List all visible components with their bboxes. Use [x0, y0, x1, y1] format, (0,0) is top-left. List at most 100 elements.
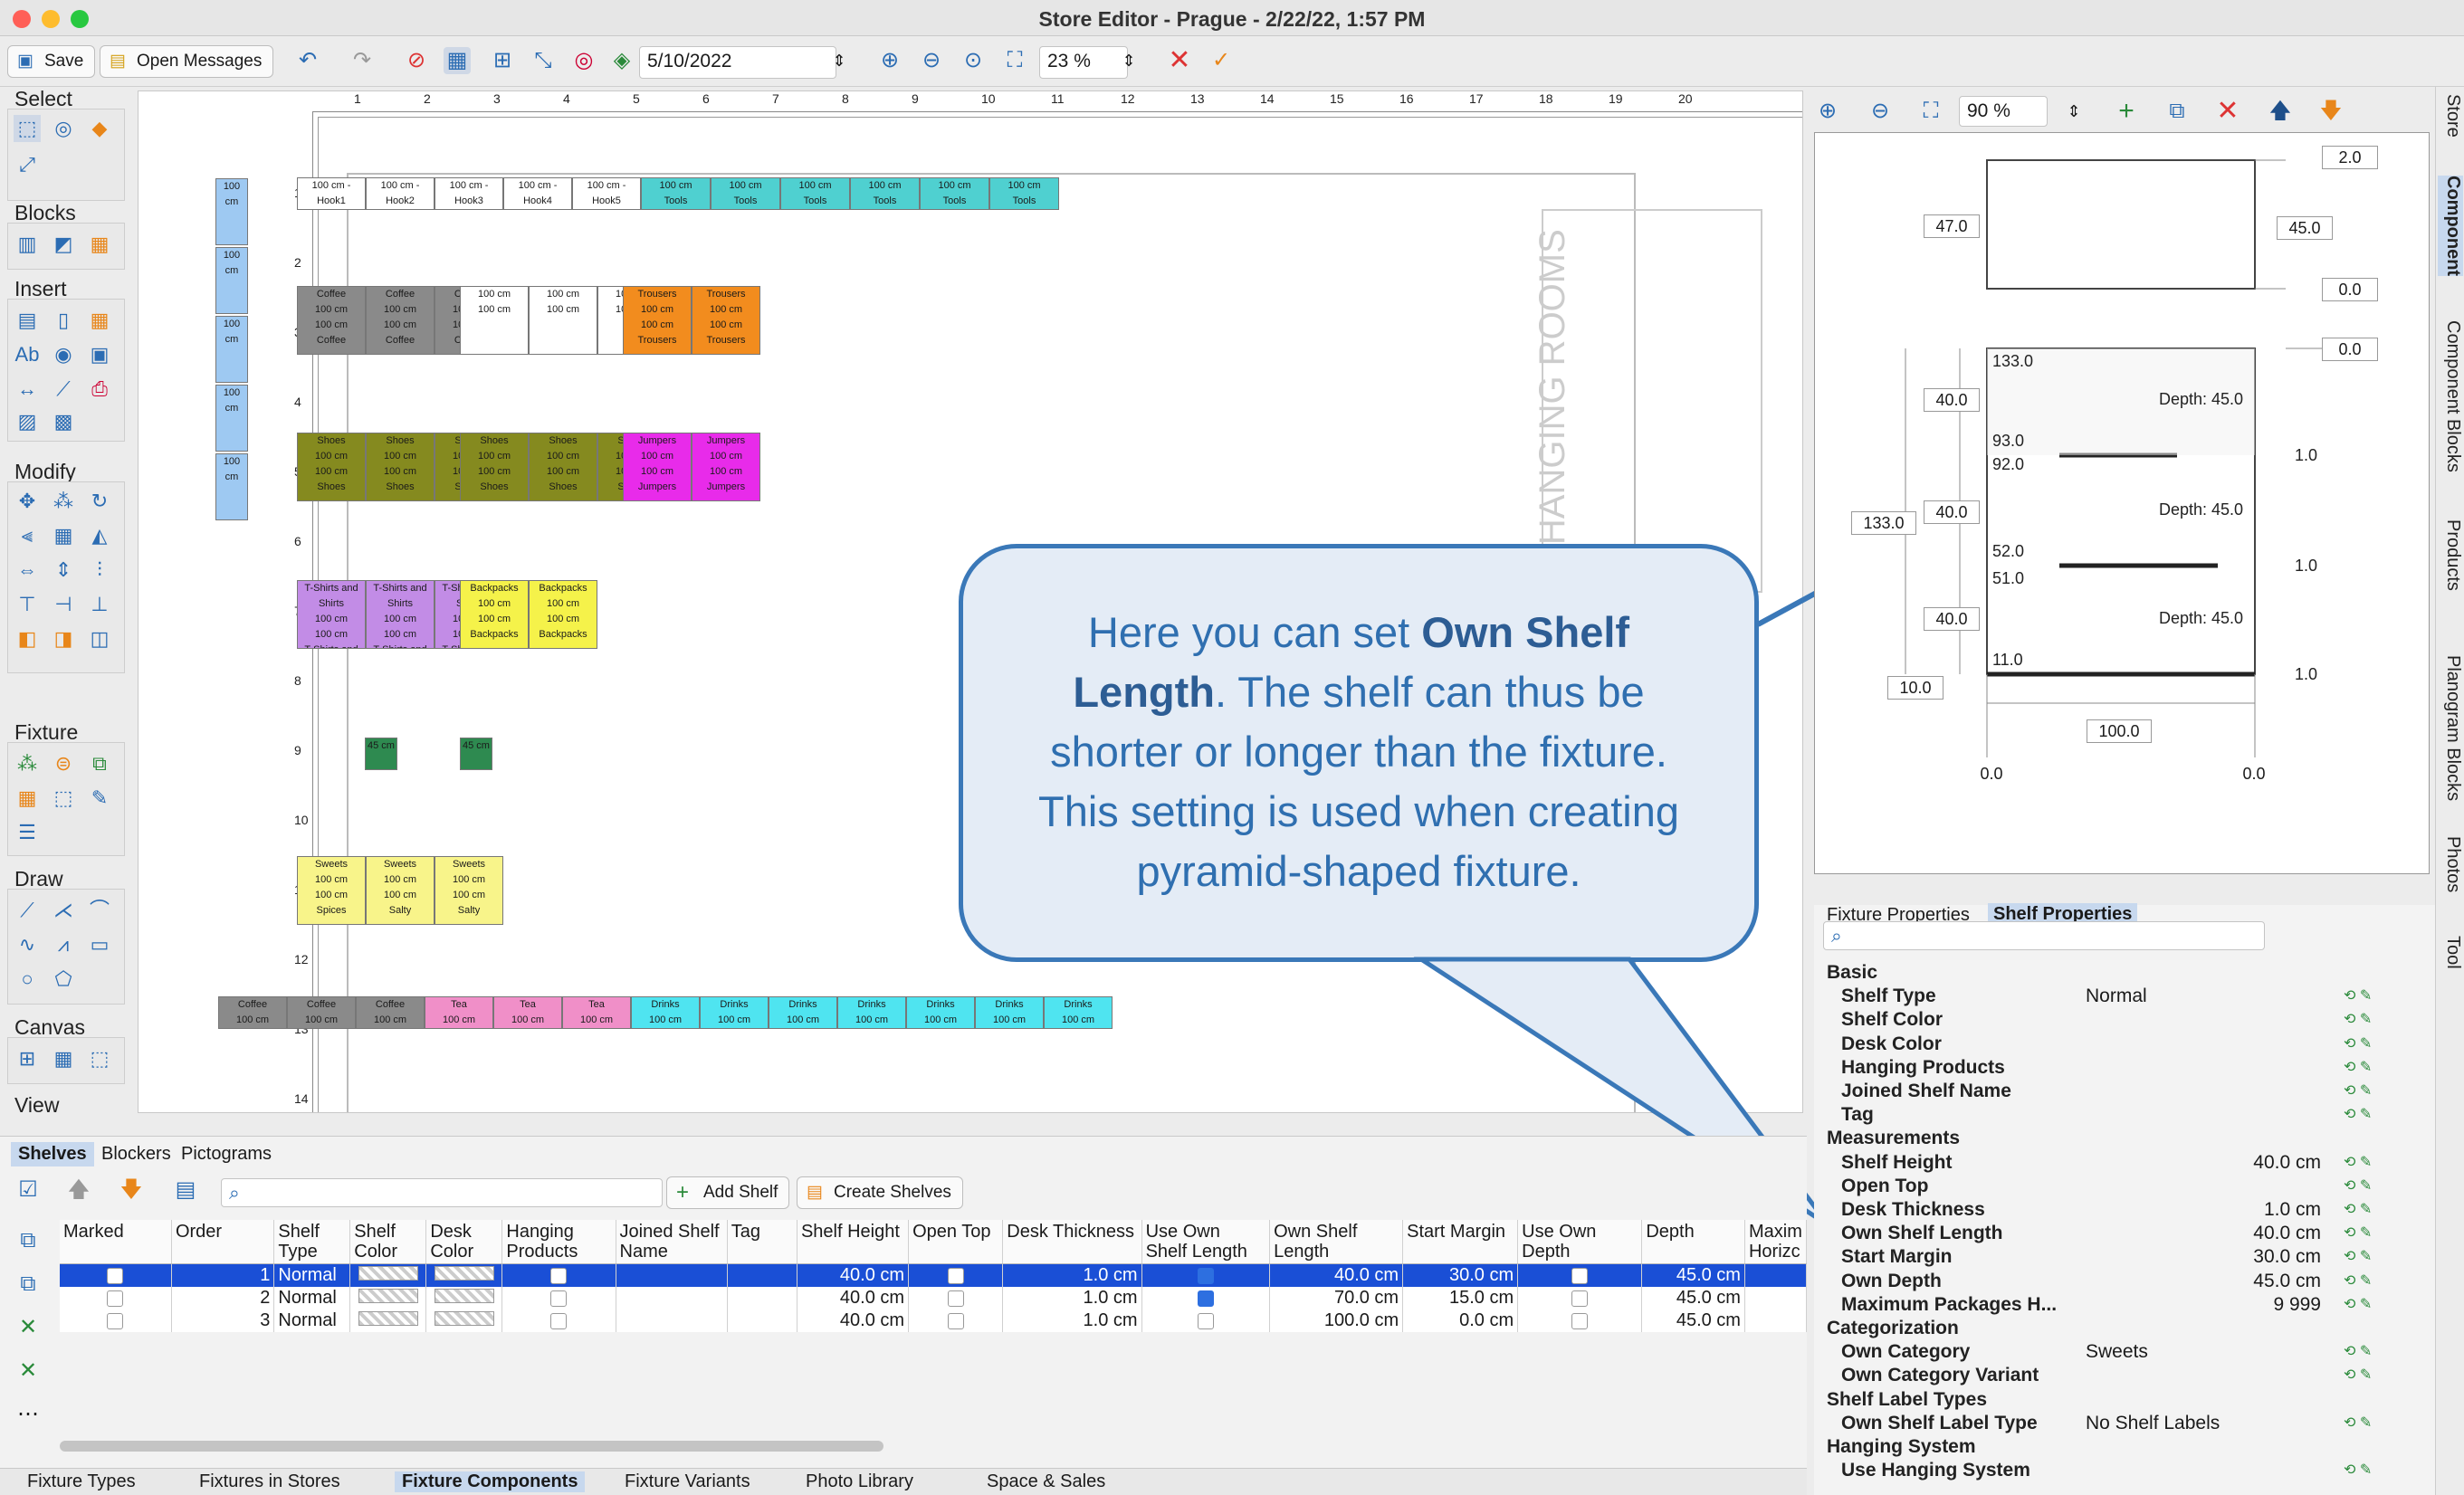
table-cell[interactable]: 45.0 cm	[1641, 1287, 1745, 1309]
property-row[interactable]: Open Top ⟲ ✎	[1814, 1175, 2411, 1198]
draw-arc-icon[interactable]: ⌒	[86, 897, 113, 924]
add-icon[interactable]: +	[2113, 98, 2140, 125]
property-row[interactable]: Maximum Packages H... 9 999 ⟲ ✎	[1814, 1293, 2411, 1317]
reset-edit-icon[interactable]: ⟲ ✎	[2344, 1340, 2372, 1364]
hook-fixture[interactable]: 100 cm - Hook5	[572, 177, 641, 210]
reset-edit-icon[interactable]: ⟲ ✎	[2344, 1198, 2372, 1222]
bottom-row-fixture[interactable]: Drinks 100 cm	[700, 996, 769, 1029]
side-icon-4[interactable]: ✕	[14, 1357, 42, 1385]
checkbox[interactable]	[107, 1312, 124, 1329]
vtab-component-blocks[interactable]: Component Blocks	[2438, 320, 2463, 472]
bottom-row-fixture[interactable]: Tea 100 cm	[562, 996, 631, 1029]
color-swatch[interactable]	[358, 1311, 418, 1326]
hook-fixture[interactable]: 100 cm - Hook4	[503, 177, 572, 210]
color-swatch[interactable]	[434, 1266, 494, 1281]
table-cell[interactable]	[1744, 1287, 1808, 1309]
fixture-grid-icon[interactable]: ▦	[14, 785, 41, 812]
move-icon[interactable]: ✥	[14, 488, 41, 515]
column-header[interactable]: Joined Shelf Name	[616, 1220, 728, 1264]
table-cell[interactable]: 30.0 cm	[1402, 1263, 1519, 1287]
zoom-in-icon[interactable]: ⊕	[876, 47, 903, 74]
tools-fixture[interactable]: 100 cm Tools	[920, 177, 989, 210]
intersect-icon[interactable]: ◫	[86, 625, 113, 652]
tab-shelves[interactable]: Shelves	[11, 1142, 94, 1166]
table-cell[interactable]: 40.0 cm	[797, 1263, 910, 1287]
fixture-select-icon[interactable]: ⬚	[50, 785, 77, 812]
property-row[interactable]: Start Margin 30.0 cm ⟲ ✎	[1814, 1245, 2411, 1269]
column-header[interactable]: Use Own Shelf Length	[1141, 1220, 1271, 1264]
checkbox[interactable]	[947, 1312, 964, 1329]
table-cell[interactable]: 3	[171, 1309, 275, 1332]
column-header[interactable]: Shelf Type	[273, 1220, 351, 1264]
reset-edit-icon[interactable]: ⟲ ✎	[2344, 985, 2372, 1008]
camera-icon[interactable]: ◎	[570, 47, 597, 74]
bottom-row-fixture[interactable]: Tea 100 cm	[425, 996, 493, 1029]
status-tab-fixture-components[interactable]: Fixture Components	[395, 1471, 586, 1492]
table-cell[interactable]	[60, 1287, 172, 1309]
column-header[interactable]: Marked	[60, 1220, 172, 1264]
check-collisions-icon[interactable]: ⊘	[403, 47, 430, 74]
table-cell[interactable]	[501, 1309, 616, 1332]
column-header[interactable]: Shelf Color	[349, 1220, 427, 1264]
vtab-products[interactable]: Products	[2438, 519, 2463, 591]
zoom-out-icon[interactable]: ⊖	[918, 47, 945, 74]
mirror-icon[interactable]: ◭	[86, 522, 113, 549]
empty-fixture[interactable]: 100 cm 100 cm	[460, 286, 529, 355]
property-row[interactable]: Use Hanging System ⟲ ✎	[1814, 1459, 2411, 1482]
tab-pictograms[interactable]: Pictograms	[174, 1142, 279, 1166]
reset-edit-icon[interactable]: ⟲ ✎	[2344, 1293, 2372, 1317]
reset-edit-icon[interactable]: ⟲ ✎	[2344, 1270, 2372, 1293]
preview-fit-icon[interactable]: ⛶	[1917, 98, 1944, 125]
table-row[interactable]: 2 Normal 40.0 cm 1.0 cm 70.0 cm 15.0 cm 45.0 c…	[60, 1287, 1808, 1309]
draw-path-icon[interactable]: ⩘	[50, 931, 77, 958]
target-icon[interactable]: ◎	[50, 115, 77, 142]
column-header[interactable]: Desk Thickness	[1002, 1220, 1142, 1264]
table-cell[interactable]	[908, 1287, 1004, 1309]
property-row[interactable]: Shelf Color ⟲ ✎	[1814, 1008, 2411, 1032]
union-icon[interactable]: ◧	[14, 625, 41, 652]
column-header[interactable]: Own Shelf Length	[1269, 1220, 1404, 1264]
table-cell[interactable]: 45.0 cm	[1641, 1263, 1745, 1287]
canvas-grid-icon[interactable]: ▦	[50, 1045, 77, 1072]
text-icon[interactable]: Ab	[14, 341, 41, 368]
side-icon-3[interactable]: ✕	[14, 1314, 42, 1341]
reset-edit-icon[interactable]: ⟲ ✎	[2344, 1412, 2372, 1435]
cabinet-icon[interactable]: ▣	[86, 341, 113, 368]
table-icon[interactable]: ▤	[14, 307, 41, 334]
reset-edit-icon[interactable]: ⟲ ✎	[2344, 1459, 2372, 1482]
coffee-fixture[interactable]: Coffee 100 cm 100 cm Coffee	[366, 286, 435, 355]
table-cell[interactable]	[425, 1287, 503, 1309]
vtab-planogram-blocks[interactable]: Planogram Blocks	[2438, 655, 2463, 801]
reset-edit-icon[interactable]: ⟲ ✎	[2344, 1080, 2372, 1103]
hook-fixture[interactable]: 100 cm - Hook2	[366, 177, 435, 210]
table-cell[interactable]	[908, 1309, 1004, 1332]
checkbox[interactable]	[1571, 1290, 1589, 1307]
tools-fixture[interactable]: 100 cm Tools	[780, 177, 850, 210]
property-row[interactable]: Desk Thickness 1.0 cm ⟲ ✎	[1814, 1198, 2411, 1222]
shoes-fixture[interactable]: Shoes 100 cm 100 cm Shoes	[366, 433, 435, 501]
draw-rect-icon[interactable]: ▭	[86, 931, 113, 958]
checkbox[interactable]	[947, 1290, 964, 1307]
save-button[interactable]: ▣ Save	[7, 45, 96, 78]
tshirts-fixture[interactable]: T-Shirts and Shirts 100 cm 100 cm T-Shirts …	[366, 580, 435, 649]
table-cell[interactable]	[60, 1263, 172, 1287]
reset-edit-icon[interactable]: ⟲ ✎	[2344, 1175, 2372, 1198]
bottom-row-fixture[interactable]: Coffee 100 cm	[218, 996, 287, 1029]
remove-icon[interactable]: ✕	[2214, 98, 2241, 125]
camera-insert-icon[interactable]: ◉	[50, 341, 77, 368]
undo-icon[interactable]: ↶	[294, 47, 321, 74]
checkbox[interactable]	[1197, 1312, 1214, 1329]
layers-icon[interactable]: ◈	[608, 47, 635, 74]
bottom-row-fixture[interactable]: Drinks 100 cm	[631, 996, 700, 1029]
property-value[interactable]: Normal	[2086, 985, 2321, 1008]
approve-icon[interactable]: ✓	[1208, 47, 1235, 74]
fixture-chart-icon[interactable]: ⧉	[86, 750, 113, 777]
color-swatch[interactable]	[434, 1311, 494, 1326]
shelves-search-input[interactable]: ⌕	[221, 1178, 663, 1207]
table-cell[interactable]	[1744, 1309, 1808, 1332]
table-cell[interactable]: 2	[171, 1287, 275, 1309]
date-stepper-icon[interactable]: ⇕	[826, 47, 853, 74]
date-field[interactable]: 5/10/2022	[639, 46, 836, 79]
bottom-row-fixture[interactable]: Tea 100 cm	[493, 996, 562, 1029]
checkbox[interactable]	[550, 1290, 568, 1307]
